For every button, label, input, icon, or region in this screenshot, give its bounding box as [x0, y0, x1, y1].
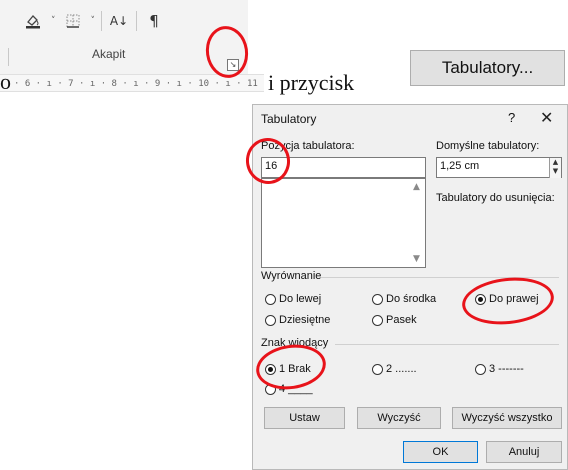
clear-all-button[interactable]: Wyczyść wszystko — [452, 407, 562, 429]
leader-dashes-label: 3 ------- — [489, 363, 524, 375]
ok-button-label: OK — [432, 446, 449, 458]
ribbon-toolbar-row: ˅ ˅ A↓ ¶ — [22, 8, 165, 34]
align-left-option[interactable]: Do lewej — [265, 293, 321, 305]
align-bar-radio[interactable] — [372, 314, 383, 326]
clear-button[interactable]: Wyczyść — [357, 407, 441, 429]
leader-dots-option[interactable]: 2 ....... — [372, 363, 417, 375]
tab-positions-list[interactable]: ▲ ▼ — [261, 178, 426, 268]
set-button-label: Ustaw — [289, 412, 320, 424]
scroll-down-icon[interactable]: ▼ — [413, 254, 420, 264]
scroll-up-icon[interactable]: ▲ — [413, 182, 420, 192]
align-center-radio[interactable] — [372, 293, 383, 305]
cancel-button[interactable]: Anuluj — [486, 441, 562, 463]
pilcrow-icon[interactable]: ¶ — [143, 10, 165, 32]
tabulatory-button[interactable]: Tabulatory... — [410, 50, 565, 86]
shading-icon[interactable] — [22, 10, 44, 32]
ribbon-separator — [136, 11, 137, 31]
cancel-button-label: Anuluj — [508, 446, 540, 458]
default-tabs-spinner[interactable]: ▲ ▼ — [549, 158, 561, 178]
align-decimal-radio[interactable] — [265, 314, 276, 326]
leader-dots-label: 2 ....... — [386, 363, 417, 375]
default-tabs-value: 1,25 cm — [440, 160, 480, 172]
clear-all-button-label: Wyczyść wszystko — [461, 412, 553, 424]
alignment-group-label: Wyrównanie — [261, 270, 322, 282]
ribbon-group-divider — [8, 48, 9, 66]
set-button[interactable]: Ustaw — [264, 407, 345, 429]
align-center-option[interactable]: Do środka — [372, 293, 436, 305]
borders-icon[interactable] — [62, 10, 84, 32]
dialog-title: Tabulatory — [261, 112, 317, 126]
default-tabs-label: Domyślne tabulatory: — [436, 140, 540, 152]
ribbon-separator — [101, 11, 102, 31]
tabs-to-clear-label: Tabulatory do usunięcia: — [436, 192, 555, 204]
shading-dropdown-icon[interactable]: ˅ — [51, 16, 56, 26]
align-decimal-label: Dziesiętne — [279, 314, 331, 326]
ok-button[interactable]: OK — [403, 441, 478, 463]
help-button[interactable]: ? — [508, 110, 515, 125]
prose-text: i przycisk — [268, 70, 355, 95]
prose-text-fragment: o — [0, 69, 11, 94]
default-tabs-input[interactable]: 1,25 cm — [436, 157, 562, 178]
align-bar-label: Pasek — [386, 314, 417, 326]
align-center-label: Do środka — [386, 293, 437, 305]
leader-group-divider — [335, 344, 559, 345]
close-icon[interactable]: ✕ — [540, 108, 553, 127]
leader-dashes-radio[interactable] — [475, 363, 486, 375]
clear-button-label: Wyczyść — [377, 412, 421, 424]
ribbon-group-label: Akapit — [92, 47, 126, 61]
leader-dashes-option[interactable]: 3 ------- — [475, 363, 524, 375]
align-left-label: Do lewej — [279, 293, 322, 305]
align-left-radio[interactable] — [265, 293, 276, 305]
sort-icon[interactable]: A↓ — [108, 10, 130, 32]
align-bar-option[interactable]: Pasek — [372, 314, 417, 326]
leader-dots-radio[interactable] — [372, 363, 383, 375]
borders-dropdown-icon[interactable]: ˅ — [91, 16, 96, 26]
tabulatory-button-label: Tabulatory... — [441, 58, 534, 77]
align-decimal-option[interactable]: Dziesiętne — [265, 314, 330, 326]
